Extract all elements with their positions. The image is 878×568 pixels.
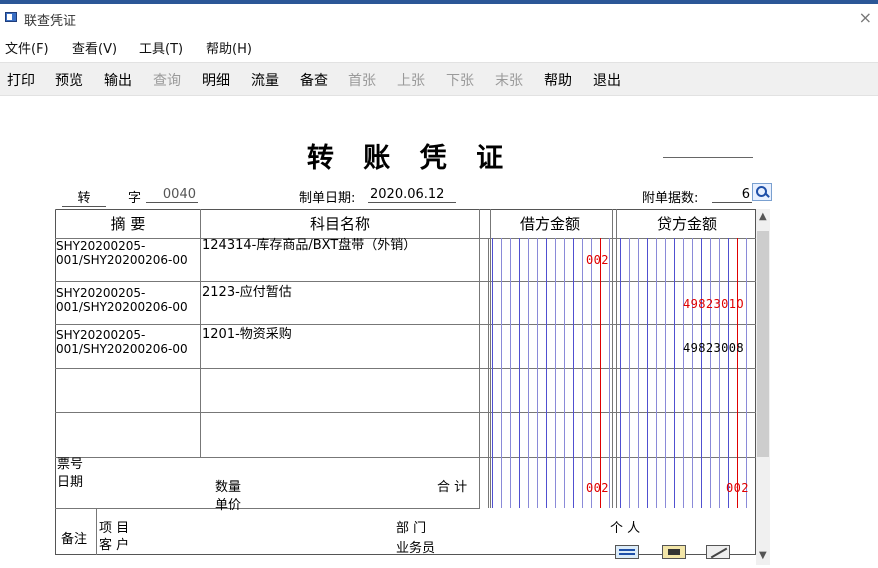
voucher-word-label: 字 [128, 191, 142, 206]
voucher-date: 2020.06.12 [368, 187, 456, 203]
scroll-up-icon[interactable]: ▲ [759, 211, 767, 222]
row-3-summary-line2: 001/SHY20200206-00 [56, 342, 188, 356]
menu-help[interactable]: 帮助(H) [206, 38, 252, 57]
toolbar-print-button[interactable]: 打印 [7, 70, 35, 90]
row-1-debit[interactable]: 002 [586, 253, 609, 267]
tools-icon[interactable] [706, 545, 730, 559]
voucher-table: 摘 要 科目名称 借方金额 贷方金额 SHY20200205- 001/SHY2… [55, 209, 756, 556]
scrollbar-thumb[interactable] [757, 231, 769, 457]
voucher-number: 0040 [146, 187, 198, 203]
row-3-summary-line1: SHY20200205- [56, 328, 146, 342]
row-2-account[interactable]: 2123-应付暂估 [202, 286, 292, 300]
row-2-summary-line2: 001/SHY20200206-00 [56, 300, 188, 314]
voucher-type: 转 [62, 187, 106, 207]
row-3-account[interactable]: 1201-物资采购 [202, 328, 292, 342]
row-1-summary-line2: 001/SHY20200206-00 [56, 253, 188, 267]
magnifier-icon[interactable] [752, 183, 772, 201]
toolbar-next-button[interactable]: 下张 [446, 70, 474, 90]
ticket-number-label: 票号 [57, 457, 84, 472]
total-debit: 002 [586, 481, 609, 495]
column-account: 科目名称 [309, 215, 370, 233]
toolbar-prev-button[interactable]: 上张 [397, 70, 425, 90]
vertical-scrollbar[interactable]: ▲ ▼ [756, 209, 770, 565]
toolbar-cashflow-button[interactable]: 流量 [251, 70, 279, 90]
attachments-count: 6 [712, 187, 752, 203]
close-icon[interactable]: × [859, 8, 872, 27]
title-bar: 联查凭证 × [0, 4, 878, 32]
app-window-icon [5, 12, 17, 22]
toolbar-export-button[interactable]: 输出 [104, 70, 132, 90]
project-label: 项 目 [99, 521, 130, 536]
voucher-title: 转 账 凭 证 [306, 143, 514, 174]
toolbar-memo-button[interactable]: 备查 [300, 70, 328, 90]
row-1-summary[interactable]: SHY20200205- 001/SHY20200206-00 [56, 239, 188, 267]
ticket-date-label: 日期 [57, 475, 84, 490]
total-label: 合 计 [437, 480, 468, 495]
row-3-summary[interactable]: SHY20200205- 001/SHY20200206-00 [56, 328, 188, 356]
attachments-label: 附单据数: [642, 191, 699, 206]
quantity-label: 数量 [215, 480, 242, 495]
toolbar-first-button[interactable]: 首张 [348, 70, 376, 90]
row-3-credit[interactable]: 49823008 [683, 341, 744, 355]
toolbar-detail-button[interactable]: 明细 [202, 70, 230, 90]
column-credit: 贷方金额 [656, 215, 717, 233]
total-credit: 002 [726, 481, 749, 495]
remarks-label: 备注 [61, 532, 88, 547]
toolbar-preview-button[interactable]: 预览 [55, 70, 83, 90]
voucher-date-label: 制单日期: [299, 191, 356, 206]
scroll-down-icon[interactable]: ▼ [759, 550, 767, 561]
department-label: 部 门 [396, 521, 427, 536]
unit-price-label: 单价 [215, 498, 242, 513]
card-view-icon[interactable] [662, 545, 686, 559]
title-rule [663, 157, 753, 158]
toolbar-last-button[interactable]: 末张 [495, 70, 523, 90]
menu-file[interactable]: 文件(F) [5, 38, 49, 57]
row-2-credit[interactable]: 4982301O [683, 297, 744, 311]
person-label: 个 人 [610, 521, 641, 536]
toolbar-exit-button[interactable]: 退出 [593, 70, 621, 90]
window-title: 联查凭证 [24, 14, 77, 29]
toolbar-query-button[interactable]: 查询 [153, 70, 181, 90]
menu-bar: 文件(F) 查看(V) 工具(T) 帮助(H) [0, 34, 878, 58]
row-1-account[interactable]: 124314-库存商品/BXT盘带（外销） [202, 239, 416, 253]
column-summary: 摘 要 [110, 215, 146, 233]
salesman-label: 业务员 [396, 541, 436, 556]
column-debit: 借方金额 [519, 215, 580, 233]
toolbar: 打印 预览 输出 查询 明细 流量 备查 首张 上张 下张 末张 帮助 退出 [0, 62, 878, 96]
toolbar-help-button[interactable]: 帮助 [544, 70, 572, 90]
list-view-icon[interactable] [615, 545, 639, 559]
row-2-summary[interactable]: SHY20200205- 001/SHY20200206-00 [56, 286, 188, 314]
customer-label: 客 户 [99, 538, 130, 553]
row-2-summary-line1: SHY20200205- [56, 286, 146, 300]
menu-tools[interactable]: 工具(T) [139, 38, 183, 57]
menu-view[interactable]: 查看(V) [72, 38, 117, 57]
row-1-summary-line1: SHY20200205- [56, 239, 146, 253]
